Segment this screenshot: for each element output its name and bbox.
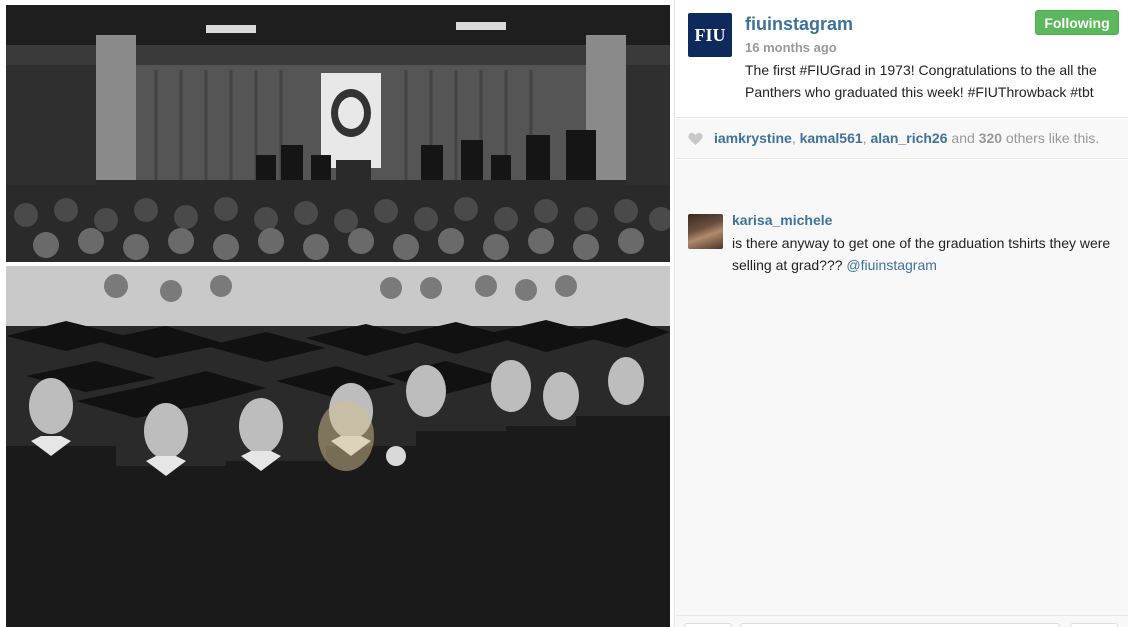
- heart-icon[interactable]: [688, 132, 703, 146]
- comments-section: karisa_michele is there anyway to get on…: [676, 160, 1128, 615]
- comment-username-link[interactable]: karisa_michele: [732, 212, 832, 228]
- liker-link[interactable]: kamal561: [800, 130, 863, 146]
- post-media[interactable]: [0, 0, 675, 627]
- likes-others-count[interactable]: 320: [979, 130, 1002, 146]
- likes-and-text: and: [947, 130, 979, 146]
- liker-link[interactable]: iamkrystine: [714, 130, 792, 146]
- post-timestamp: 16 months ago: [745, 40, 837, 55]
- avatar-logo-text: FIU: [694, 24, 726, 45]
- commenter-avatar[interactable]: [688, 214, 723, 249]
- following-button[interactable]: Following: [1035, 10, 1119, 35]
- photo-graduates-illustration: [6, 266, 670, 627]
- photo-graduates: [6, 266, 670, 627]
- post-details-panel: FIU fiuinstagram 16 months ago Following…: [676, 0, 1128, 627]
- comment-footer: [676, 615, 1128, 627]
- post-header: FIU fiuinstagram 16 months ago Following…: [676, 0, 1128, 118]
- likes-summary: iamkrystine, kamal561, alan_rich26 and 3…: [714, 130, 1099, 146]
- add-comment-input[interactable]: [740, 623, 1060, 627]
- likes-bar: iamkrystine, kamal561, alan_rich26 and 3…: [676, 119, 1128, 159]
- like-button[interactable]: [684, 623, 732, 627]
- post-username-link[interactable]: fiuinstagram: [745, 14, 853, 35]
- likes-others-text: others like this.: [1002, 130, 1100, 146]
- liker-link[interactable]: alan_rich26: [870, 130, 947, 146]
- photo-stage: [6, 5, 670, 262]
- photo-stage-illustration: [6, 5, 670, 262]
- user-avatar[interactable]: FIU: [688, 13, 732, 57]
- more-options-button[interactable]: [1070, 623, 1118, 627]
- post-caption: The first #FIUGrad in 1973! Congratulati…: [745, 62, 1097, 100]
- comment-mention-link[interactable]: @fiuinstagram: [846, 257, 936, 273]
- comment-text: is there anyway to get one of the gradua…: [732, 232, 1117, 276]
- liker-separator: ,: [791, 130, 800, 146]
